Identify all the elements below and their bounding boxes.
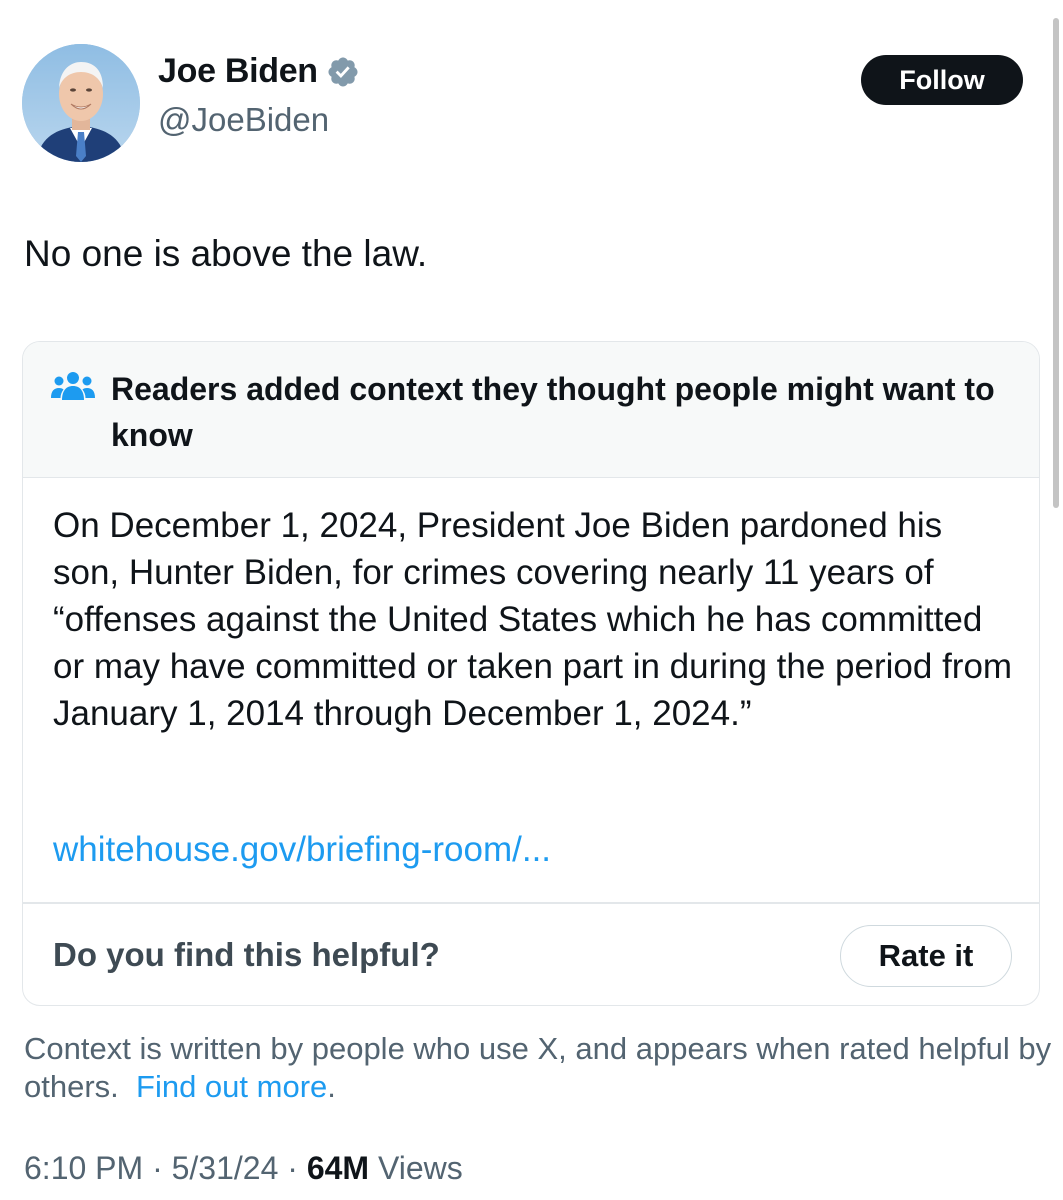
tweet-date[interactable]: 5/31/24 xyxy=(172,1150,279,1186)
verified-badge-icon[interactable] xyxy=(326,55,360,89)
tweet-detail-page: Joe Biden @JoeBiden Follow No one is abo… xyxy=(0,0,1063,1200)
tweet-meta: 6:10 PM · 5/31/24 · 64M Views xyxy=(24,1150,463,1187)
divider xyxy=(23,902,1039,904)
rate-it-button[interactable]: Rate it xyxy=(840,925,1012,987)
handle[interactable]: @JoeBiden xyxy=(158,101,360,139)
display-name[interactable]: Joe Biden xyxy=(158,52,318,91)
avatar-photo xyxy=(22,44,140,162)
community-note-card: Readers added context they thought peopl… xyxy=(22,341,1040,1006)
people-icon xyxy=(51,372,95,400)
context-footnote-trailing: . xyxy=(327,1069,336,1104)
community-note-body: On December 1, 2024, President Joe Biden… xyxy=(53,506,1013,733)
follow-button[interactable]: Follow xyxy=(861,55,1023,105)
avatar[interactable] xyxy=(22,44,140,162)
display-name-row: Joe Biden xyxy=(158,52,360,91)
community-note-source-link[interactable]: whitehouse.gov/briefing-room/... xyxy=(53,830,551,870)
views-count[interactable]: 64M xyxy=(307,1150,369,1186)
tweet-text: No one is above the law. xyxy=(24,233,428,274)
tweet-time[interactable]: 6:10 PM xyxy=(24,1150,143,1186)
context-footnote: Context is written by people who use X, … xyxy=(24,1030,1054,1106)
author-block[interactable]: Joe Biden @JoeBiden xyxy=(158,52,360,139)
views-label: Views xyxy=(369,1150,463,1186)
find-out-more-link[interactable]: Find out more xyxy=(136,1069,327,1104)
helpful-question: Do you find this helpful? xyxy=(53,936,440,973)
meta-separator: · xyxy=(143,1150,172,1186)
community-note-header: Readers added context they thought peopl… xyxy=(23,342,1039,478)
meta-separator: · xyxy=(278,1150,307,1186)
community-note-title: Readers added context they thought peopl… xyxy=(111,371,995,453)
scrollbar[interactable] xyxy=(1053,18,1059,508)
